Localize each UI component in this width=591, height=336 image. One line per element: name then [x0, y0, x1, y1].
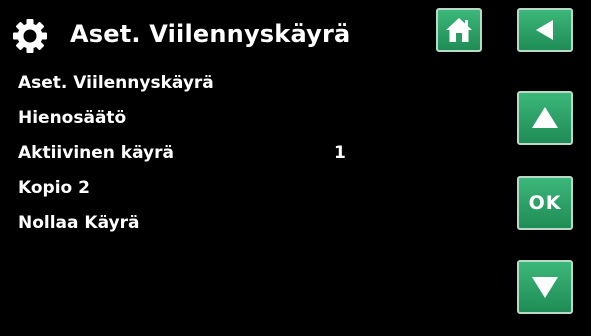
menu-item-label: Hienosäätö — [18, 108, 127, 128]
back-button[interactable] — [517, 8, 573, 52]
menu-item-active-curve[interactable]: Aktiivinen käyrä 1 — [18, 138, 498, 173]
menu-item-label: Aktiivinen käyrä — [18, 143, 174, 163]
settings-menu: Aset. Viilennyskäyrä Hienosäätö Aktiivin… — [18, 68, 498, 243]
menu-item-label: Nollaa Käyrä — [18, 213, 140, 233]
home-icon — [446, 18, 472, 42]
menu-item-reset-curve[interactable]: Nollaa Käyrä — [18, 208, 498, 243]
ok-button[interactable]: OK — [517, 176, 573, 230]
active-curve-value: 1 — [334, 143, 346, 163]
menu-item-fine-tuning[interactable]: Hienosäätö — [18, 103, 498, 138]
menu-item-label: Kopio 2 — [18, 178, 90, 198]
back-arrow-icon — [536, 20, 553, 40]
ok-button-label: OK — [528, 192, 562, 214]
arrow-down-icon — [532, 277, 558, 298]
menu-item-cooling-curve[interactable]: Aset. Viilennyskäyrä — [18, 68, 498, 103]
menu-item-label: Aset. Viilennyskäyrä — [18, 73, 214, 93]
menu-item-copy[interactable]: Kopio 2 — [18, 173, 498, 208]
scroll-down-button[interactable] — [517, 260, 573, 314]
home-button[interactable] — [436, 8, 482, 52]
page-title: Aset. Viilennyskäyrä — [70, 20, 351, 48]
scroll-up-button[interactable] — [517, 91, 573, 145]
arrow-up-icon — [532, 107, 558, 128]
gear-icon — [13, 19, 47, 53]
header-bar: Aset. Viilennyskäyrä — [0, 0, 591, 64]
